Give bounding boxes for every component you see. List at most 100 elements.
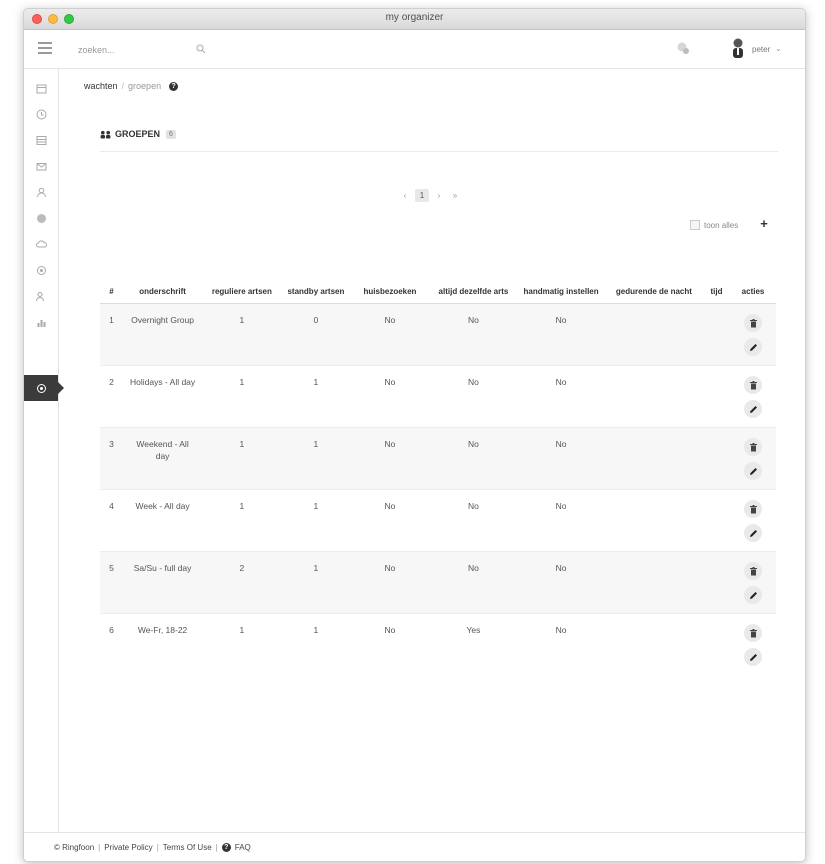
edit-button[interactable] xyxy=(744,524,763,542)
cell-time xyxy=(702,551,731,614)
breadcrumb-root[interactable]: wachten xyxy=(84,81,118,91)
cell-night xyxy=(604,551,703,614)
cell-time xyxy=(702,613,731,676)
table-row: 6 We-Fr, 18-22 1 1 No Yes No xyxy=(100,613,776,676)
col-regular: reguliere artsen xyxy=(202,265,282,304)
cell-time xyxy=(702,427,731,490)
sidebar-item-settings[interactable] xyxy=(24,257,58,283)
pagination-next[interactable]: › xyxy=(433,189,445,202)
top-bar: peter ⌄ xyxy=(24,30,805,69)
cell-house: No xyxy=(350,613,430,676)
pencil-icon xyxy=(749,467,757,475)
cell-index: 3 xyxy=(100,427,123,490)
trash-icon xyxy=(749,628,757,637)
sidebar-item-calendar[interactable] xyxy=(24,75,58,101)
pagination-prev[interactable]: ‹ xyxy=(399,189,411,202)
pencil-icon xyxy=(749,343,757,351)
footer-pipe: | xyxy=(156,842,159,852)
sidebar-item-mail[interactable] xyxy=(24,153,58,179)
footer-faq-link[interactable]: FAQ xyxy=(235,843,251,852)
cell-caption: Sa/Su - full day xyxy=(122,551,203,614)
edit-button[interactable] xyxy=(744,338,763,356)
title-bar: my organizer xyxy=(24,9,805,30)
footer-terms-link[interactable]: Terms Of Use xyxy=(163,843,212,852)
cell-index: 6 xyxy=(100,613,123,676)
list-icon xyxy=(36,135,46,145)
footer-privacy-link[interactable]: Private Policy xyxy=(104,843,152,852)
cell-regular: 1 xyxy=(202,613,282,676)
sidebar-item-chart[interactable] xyxy=(24,309,58,335)
delete-button[interactable] xyxy=(744,376,763,394)
cell-actions xyxy=(730,427,776,490)
cell-actions xyxy=(730,613,776,676)
page-title: GROEPEN 6 xyxy=(100,129,176,139)
delete-button[interactable] xyxy=(744,624,763,642)
cell-caption: We-Fr, 18-22 xyxy=(122,613,203,676)
cell-manual: No xyxy=(517,303,605,366)
col-manual: handmatig instellen xyxy=(517,265,605,304)
search-input[interactable] xyxy=(76,41,200,59)
sidebar-item-globe[interactable] xyxy=(24,205,58,231)
edit-button[interactable] xyxy=(744,586,763,604)
calendar-icon xyxy=(36,84,46,93)
sidebar-item-clock[interactable] xyxy=(24,101,58,127)
show-all-label: toon alles xyxy=(704,220,739,230)
cell-house: No xyxy=(350,551,430,614)
sidebar-item-cloud[interactable] xyxy=(24,231,58,257)
delete-button[interactable] xyxy=(744,314,763,332)
user-name[interactable]: peter xyxy=(752,45,770,54)
edit-button[interactable] xyxy=(744,648,763,666)
search-icon[interactable] xyxy=(196,44,206,54)
table-row: 5 Sa/Su - full day 2 1 No No No xyxy=(100,551,776,614)
col-time: tijd xyxy=(702,265,731,304)
section-header: GROEPEN 6 xyxy=(100,127,778,152)
pencil-icon xyxy=(749,529,757,537)
menu-icon[interactable] xyxy=(38,42,52,54)
cell-same: No xyxy=(429,303,518,366)
row-actions xyxy=(732,562,774,604)
avatar[interactable] xyxy=(730,37,746,59)
delete-button[interactable] xyxy=(744,438,763,456)
table-header-row: # onderschrift reguliere artsen standby … xyxy=(100,265,776,304)
cell-actions xyxy=(730,303,776,366)
sidebar-item-user[interactable] xyxy=(24,179,58,205)
footer: © Ringfoon | Private Policy | Terms Of U… xyxy=(24,832,805,861)
add-group-button[interactable]: + xyxy=(757,216,771,231)
cell-regular: 1 xyxy=(202,303,282,366)
cell-time xyxy=(702,365,731,428)
cell-same: No xyxy=(429,365,518,428)
notifications-icon[interactable] xyxy=(676,41,690,55)
edit-button[interactable] xyxy=(744,400,763,418)
footer-pipe: | xyxy=(215,842,218,852)
breadcrumb-separator: / xyxy=(121,81,125,91)
trash-icon xyxy=(749,442,757,451)
cell-regular: 1 xyxy=(202,427,282,490)
show-all-checkbox[interactable] xyxy=(690,220,700,230)
trash-icon xyxy=(749,504,757,513)
row-actions xyxy=(732,438,774,480)
cell-standby: 0 xyxy=(281,303,351,366)
show-all-toggle[interactable]: toon alles xyxy=(690,220,738,230)
help-icon[interactable]: ? xyxy=(169,81,179,91)
cell-house: No xyxy=(350,365,430,428)
trash-icon xyxy=(749,566,757,575)
cell-time xyxy=(702,489,731,552)
delete-button[interactable] xyxy=(744,562,763,580)
cell-same: Yes xyxy=(429,613,518,676)
sidebar-item-list[interactable] xyxy=(24,127,58,153)
cell-caption: Weekend - All day xyxy=(122,427,203,490)
chevron-down-icon[interactable]: ⌄ xyxy=(775,44,782,53)
row-actions xyxy=(732,500,774,542)
sidebar-item-users[interactable] xyxy=(24,283,58,309)
cell-same: No xyxy=(429,489,518,552)
edit-button[interactable] xyxy=(744,462,763,480)
delete-button[interactable] xyxy=(744,500,763,518)
pagination-page-current[interactable]: 1 xyxy=(415,189,429,202)
sidebar-item-groups[interactable] xyxy=(24,375,64,401)
pagination-last[interactable]: » xyxy=(449,189,461,202)
cell-manual: No xyxy=(517,489,605,552)
faq-icon[interactable]: ? xyxy=(221,842,231,852)
table-row: 3 Weekend - All day 1 1 No No No xyxy=(100,427,776,490)
cell-regular: 1 xyxy=(202,365,282,428)
count-badge: 6 xyxy=(166,129,176,139)
